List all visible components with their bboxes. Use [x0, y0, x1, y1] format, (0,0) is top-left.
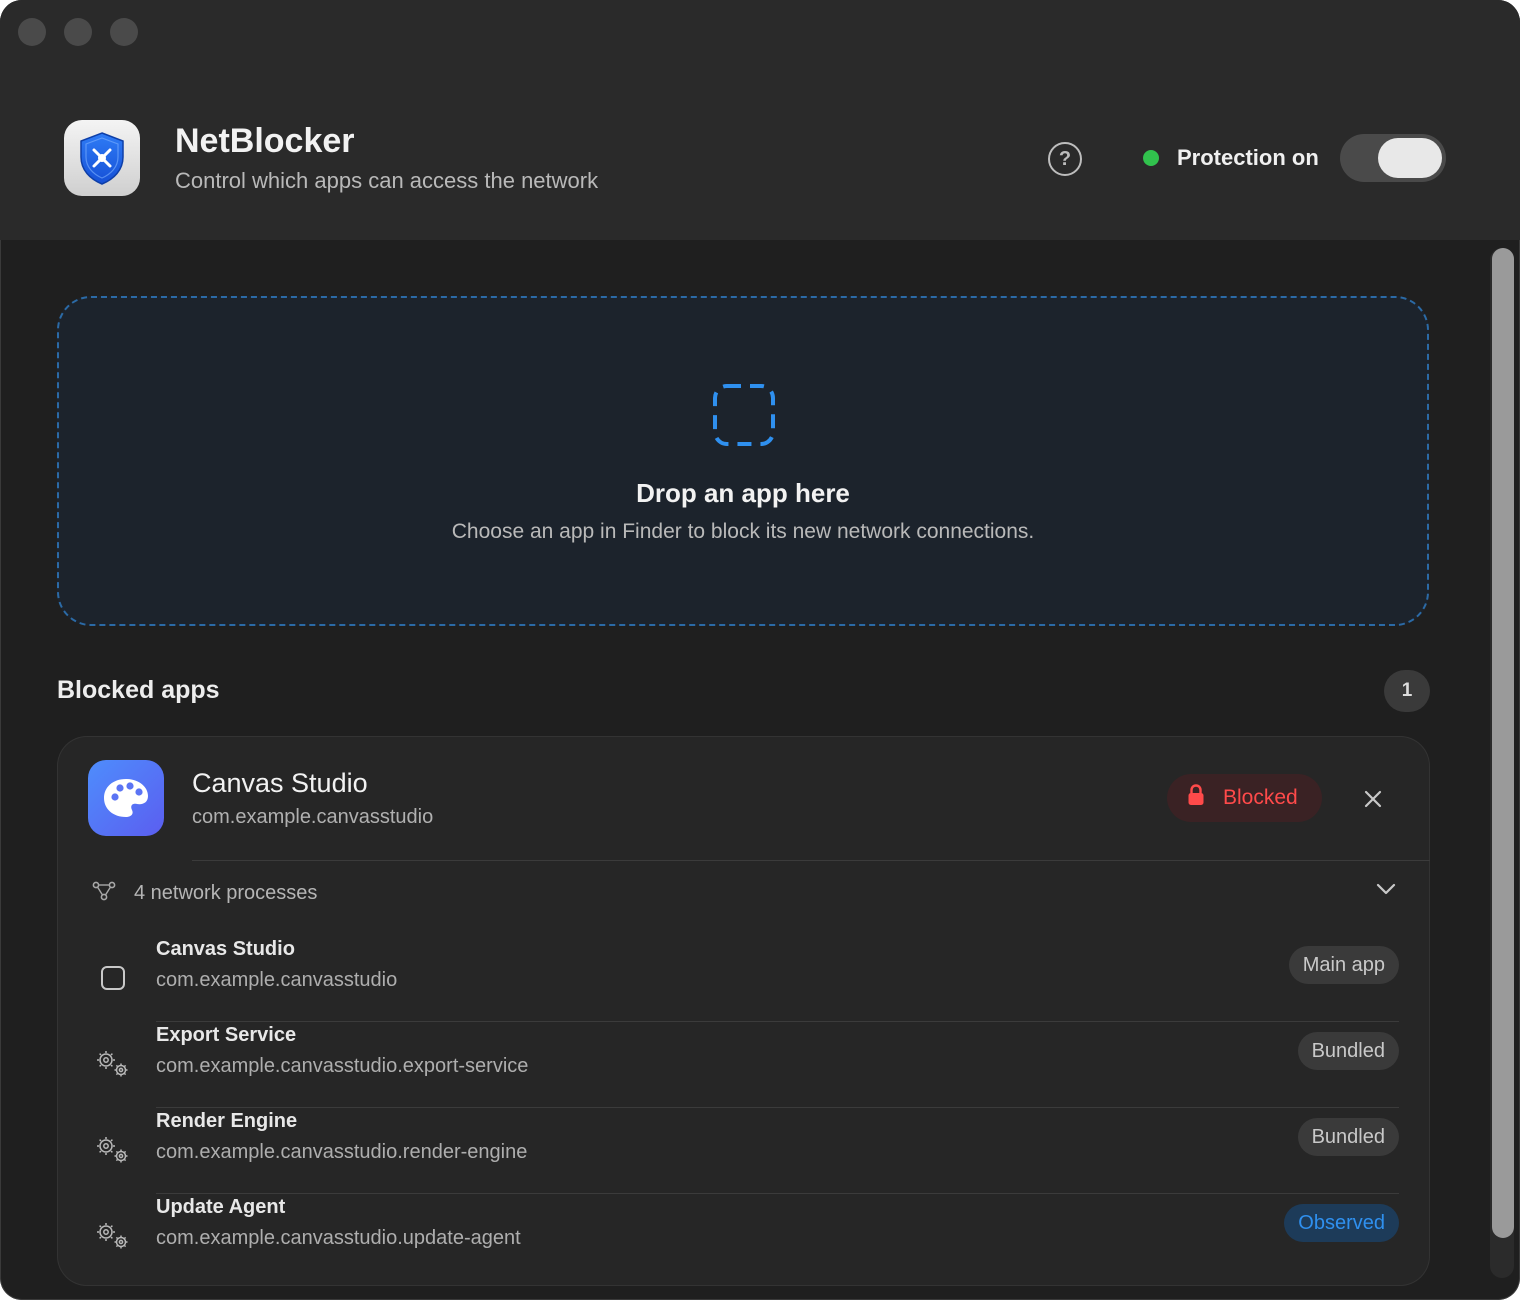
- blocked-status-badge: Blocked: [1167, 774, 1322, 822]
- window-close-button[interactable]: [18, 18, 46, 46]
- app-window: NetBlocker Control which apps can access…: [0, 0, 1520, 1300]
- app-name: Canvas Studio: [192, 768, 368, 798]
- card-divider: [192, 860, 1430, 861]
- process-tag: Main app: [1288, 946, 1399, 984]
- gears-icon: [93, 1130, 133, 1170]
- app-title: NetBlocker: [175, 122, 355, 160]
- process-row[interactable]: Canvas Studio com.example.canvasstudio M…: [87, 936, 1399, 1022]
- toggle-knob[interactable]: [1378, 138, 1442, 178]
- drop-zone-subtitle: Choose an app in Finder to block its new…: [451, 520, 1035, 543]
- dashed-square-icon: [711, 382, 777, 453]
- protection-toggle[interactable]: [1340, 134, 1446, 182]
- protection-status-dot: [1143, 150, 1159, 166]
- header: NetBlocker Control which apps can access…: [0, 0, 1520, 240]
- gears-icon: [93, 1216, 133, 1256]
- chevron-down-icon[interactable]: [1375, 882, 1397, 901]
- shield-icon: [64, 120, 140, 196]
- scrollbar-thumb[interactable]: [1492, 248, 1514, 1238]
- window-zoom-button[interactable]: [110, 18, 138, 46]
- process-row[interactable]: Export Service com.example.canvasstudio.…: [87, 1022, 1399, 1108]
- process-name: Export Service: [156, 1024, 297, 1046]
- process-bundle-id: com.example.canvasstudio: [156, 969, 398, 991]
- gears-icon: [93, 1044, 133, 1084]
- drop-zone[interactable]: Drop an app here Choose an app in Finder…: [57, 296, 1429, 626]
- process-name: Canvas Studio: [156, 938, 295, 960]
- blocked-count-badge: 1: [1384, 670, 1430, 712]
- window-minimize-button[interactable]: [64, 18, 92, 46]
- process-row[interactable]: Update Agent com.example.canvasstudio.up…: [87, 1194, 1399, 1280]
- palette-icon: [88, 760, 164, 836]
- process-name: Render Engine: [156, 1110, 298, 1132]
- process-tag: Bundled: [1297, 1032, 1399, 1070]
- process-tag: Bundled: [1297, 1118, 1399, 1156]
- lock-icon: [1187, 784, 1205, 812]
- app-bundle-id: com.example.canvasstudio: [192, 806, 434, 828]
- process-bundle-id: com.example.canvasstudio.export-service: [156, 1055, 529, 1077]
- network-processes-toggle[interactable]: 4 network processes: [134, 882, 317, 905]
- question-icon: ?: [1058, 147, 1072, 170]
- protection-status-label: Protection on: [1177, 145, 1319, 170]
- process-bundle-id: com.example.canvasstudio.render-engine: [156, 1141, 528, 1163]
- blocked-status-label: Blocked: [1223, 786, 1298, 809]
- process-bundle-id: com.example.canvasstudio.update-agent: [156, 1227, 521, 1249]
- blocked-app-card: Canvas Studio com.example.canvasstudio B…: [57, 736, 1430, 1286]
- blocked-apps-title: Blocked apps: [57, 676, 220, 704]
- drop-zone-title: Drop an app here: [636, 478, 850, 508]
- process-row[interactable]: Render Engine com.example.canvasstudio.r…: [87, 1108, 1399, 1194]
- process-tag-observed: Observed: [1284, 1204, 1399, 1242]
- network-nodes-icon: [92, 880, 116, 907]
- process-name: Update Agent: [156, 1196, 286, 1218]
- help-button[interactable]: ?: [1048, 142, 1082, 176]
- remove-app-button[interactable]: [1357, 783, 1389, 815]
- app-window-icon: [93, 958, 133, 998]
- close-icon: [1364, 790, 1382, 808]
- app-subtitle: Control which apps can access the networ…: [175, 168, 599, 193]
